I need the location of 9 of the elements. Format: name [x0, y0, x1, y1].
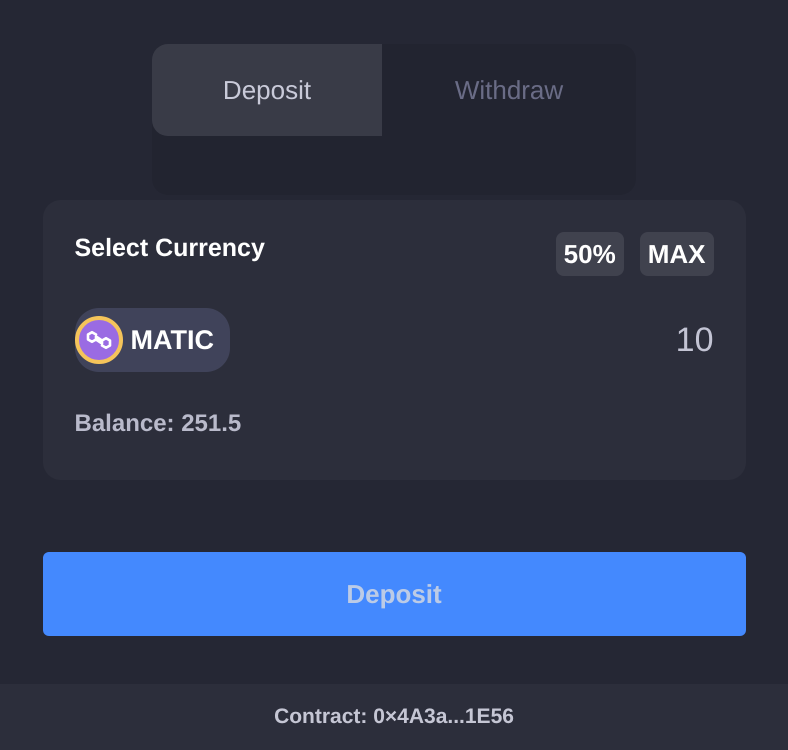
tab[interactable]: Deposit: [152, 44, 382, 136]
balance-text: Balance: 251.5: [74, 410, 242, 438]
linked-hexagons-icon: [74, 316, 122, 364]
amount-input[interactable]: 10: [514, 318, 714, 362]
contract-address-text: Contract: 0×4A3a...1E56: [274, 705, 514, 729]
amount-preset-button[interactable]: 50%: [556, 232, 624, 276]
currency-selector[interactable]: MATIC: [74, 308, 230, 372]
amount-preset-button[interactable]: MAX: [640, 232, 714, 276]
card-title: Select Currency: [74, 234, 265, 262]
